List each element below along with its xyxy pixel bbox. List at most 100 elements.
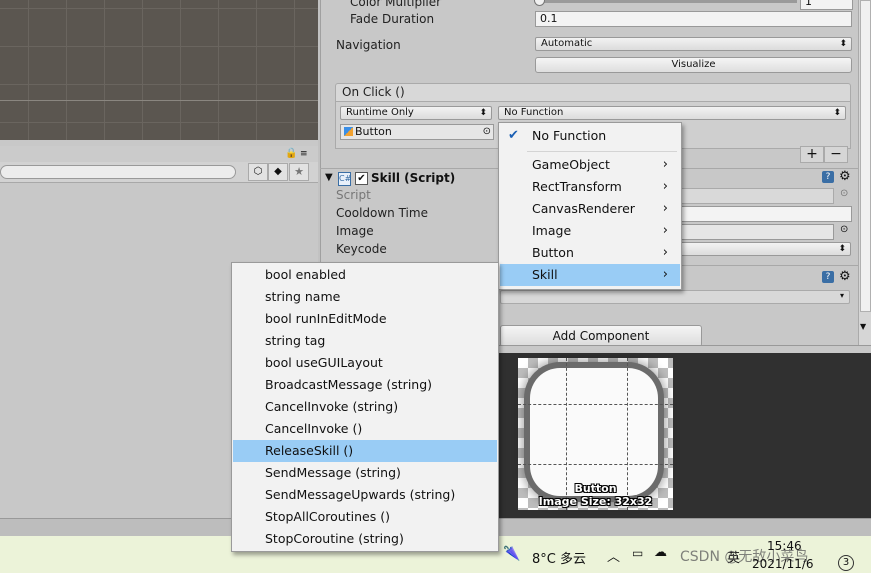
visualize-button[interactable]: Visualize [535,57,852,73]
runtime-dropdown[interactable]: Runtime Only ⬍ [340,106,492,120]
left-panel-header [0,146,318,163]
project-search-input[interactable] [0,165,236,179]
method-menu-item-label: string name [265,289,341,304]
weather-text[interactable]: 8°C 多云 [532,548,586,567]
method-menu-item-label: SendMessage (string) [265,465,401,480]
filter-label-icon[interactable]: ◆ [268,163,288,181]
scene-view[interactable] [0,0,318,140]
image-label: Image [336,224,374,238]
method-menu-item-label: CancelInvoke (string) [265,399,399,414]
function-menu-item-button[interactable]: Button › [500,242,680,264]
object-picker-icon[interactable]: ⊙ [483,125,491,139]
on-click-header [335,83,851,102]
fade-duration-field[interactable]: 0.1 [535,11,852,27]
slice-guide-horizontal [518,464,673,465]
chevron-right-icon: › [662,267,668,282]
method-menu-item[interactable]: CancelInvoke () [233,418,497,440]
tray-expand-icon[interactable]: ︿ [607,546,620,565]
function-menu-item-label: GameObject [532,157,610,172]
clock-date[interactable]: 2021/11/6 [752,557,814,571]
scrollbar-thumb[interactable] [860,0,871,312]
component-enabled-checkbox[interactable]: ✔ [355,172,368,185]
color-multiplier-slider[interactable] [537,0,797,3]
image-field[interactable] [680,224,834,240]
function-menu-item-canvasrenderer[interactable]: CanvasRenderer › [500,198,680,220]
method-menu-item-label: string tag [265,333,326,348]
function-menu-item-label: Image [532,223,572,238]
slice-guide-horizontal [518,404,673,405]
method-menu-item[interactable]: string tag [233,330,497,352]
method-menu-item[interactable]: bool runInEditMode [233,308,497,330]
method-menu-item[interactable]: string name [233,286,497,308]
preview-size: Image Size: 32x32 [538,495,653,508]
method-menu-item[interactable]: BroadcastMessage (string) [233,374,497,396]
notification-badge[interactable]: 3 [838,555,854,571]
method-menu-item-label: bool enabled [265,267,346,282]
add-listener-button[interactable]: + [800,146,824,163]
component-title: Skill (Script) [371,171,456,185]
image-picker-icon[interactable]: ⊙ [840,224,848,235]
dropdown-arrow-icon: ▾ [839,291,844,300]
method-menu-item[interactable]: StopCoroutine (string) [233,528,497,550]
method-menu-item[interactable]: StopAllCoroutines () [233,506,497,528]
method-menu-item-releaseskill[interactable]: ReleaseSkill () [233,440,497,462]
clock-time[interactable]: 15:46 [767,539,802,553]
foldout-arrow-icon[interactable]: ▼ [325,172,333,183]
method-menu-item-label: SendMessageUpwards (string) [265,487,456,502]
function-menu-item-skill[interactable]: Skill › [500,264,680,286]
keycode-dropdown[interactable]: ⬍ [680,242,851,256]
dropdown-arrow-icon: ⬍ [838,244,846,254]
method-menu-item[interactable]: CancelInvoke (string) [233,396,497,418]
function-menu-item-label: Skill [532,267,558,282]
script-icon: C# [338,172,351,186]
script-field-label: Script [336,188,371,202]
menu-separator [527,151,677,152]
help-icon[interactable]: ? [822,171,834,183]
object-field[interactable]: Button ⊙ [340,124,494,140]
weather-icon[interactable]: 🌂 [503,546,520,562]
material-dropdown[interactable]: ▾ [500,290,850,304]
method-menu-item-label: StopCoroutine (string) [265,531,404,546]
button-object-icon [344,127,353,136]
dropdown-arrow-icon: ⬍ [839,39,847,49]
preview-button-sprite [530,368,658,496]
function-dropdown[interactable]: No Function ⬍ [498,106,846,120]
navigation-label: Navigation [336,38,401,52]
favorite-star-icon[interactable]: ★ [289,163,309,181]
method-menu-item-label: BroadcastMessage (string) [265,377,433,392]
method-menu-item-label: ReleaseSkill () [265,443,354,458]
method-menu-item[interactable]: SendMessage (string) [233,462,497,484]
menu-icon[interactable]: ≡ [300,149,308,159]
function-menu-item-no-function[interactable]: ✔ No Function [500,125,680,147]
function-menu-item-gameobject[interactable]: GameObject › [500,154,680,176]
method-menu-item-label: StopAllCoroutines () [265,509,390,524]
lock-icon[interactable]: 🔒 [285,148,297,159]
dropdown-arrow-icon: ⬍ [479,108,487,118]
method-menu-item-label: CancelInvoke () [265,421,363,436]
chevron-right-icon: › [662,157,668,172]
help-icon[interactable]: ? [822,271,834,283]
function-menu-item-image[interactable]: Image › [500,220,680,242]
preview-name: Button [574,482,617,495]
method-menu-item[interactable]: bool enabled [233,264,497,286]
script-picker-icon: ⊙ [840,188,849,199]
gear-icon[interactable]: ⚙ [839,169,851,184]
cloud-icon[interactable]: ☁ [654,545,667,560]
remove-listener-button[interactable]: − [824,146,848,163]
chevron-right-icon: › [662,179,668,194]
add-component-button[interactable]: Add Component [500,325,702,347]
network-icon[interactable]: ▭ [632,546,643,560]
dropdown-arrow-icon: ⬍ [833,108,841,118]
gear-icon[interactable]: ⚙ [839,269,851,284]
navigation-dropdown[interactable]: Automatic ⬍ [535,37,852,51]
color-multiplier-field[interactable]: 1 [800,0,853,10]
keycode-label: Keycode [336,242,387,256]
function-menu-item-label: No Function [532,128,607,143]
filter-type-icon[interactable]: ⬡ [248,163,268,181]
function-menu-item-label: Button [532,245,574,260]
method-menu-item[interactable]: SendMessageUpwards (string) [233,484,497,506]
scroll-down-arrow[interactable]: ▼ [860,322,866,331]
cooldown-time-field[interactable] [680,206,852,222]
function-menu-item-recttransform[interactable]: RectTransform › [500,176,680,198]
method-menu-item[interactable]: bool useGUILayout [233,352,497,374]
